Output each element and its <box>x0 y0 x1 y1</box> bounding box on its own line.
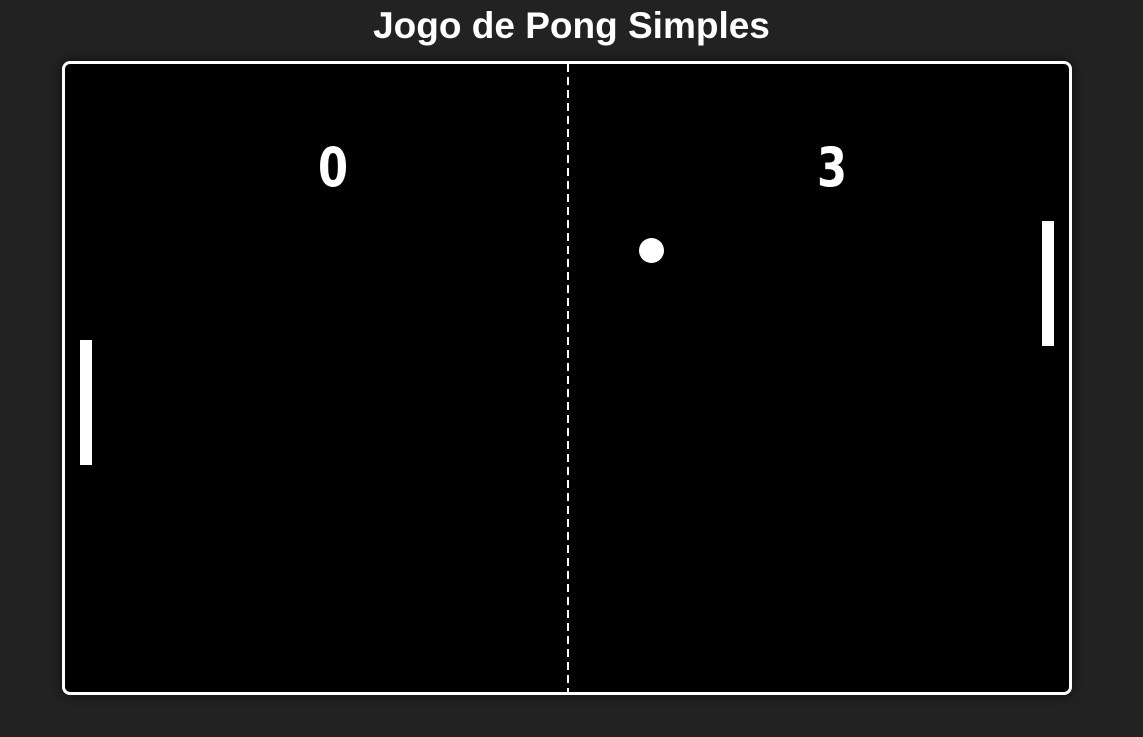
left-paddle[interactable] <box>80 340 92 465</box>
ball <box>639 238 664 263</box>
left-player-score: 0 <box>317 136 349 199</box>
right-paddle <box>1042 221 1054 346</box>
center-net-line <box>567 64 569 692</box>
right-player-score: 3 <box>816 136 848 199</box>
game-canvas[interactable]: 0 3 <box>62 61 1072 695</box>
page-title: Jogo de Pong Simples <box>373 5 770 46</box>
